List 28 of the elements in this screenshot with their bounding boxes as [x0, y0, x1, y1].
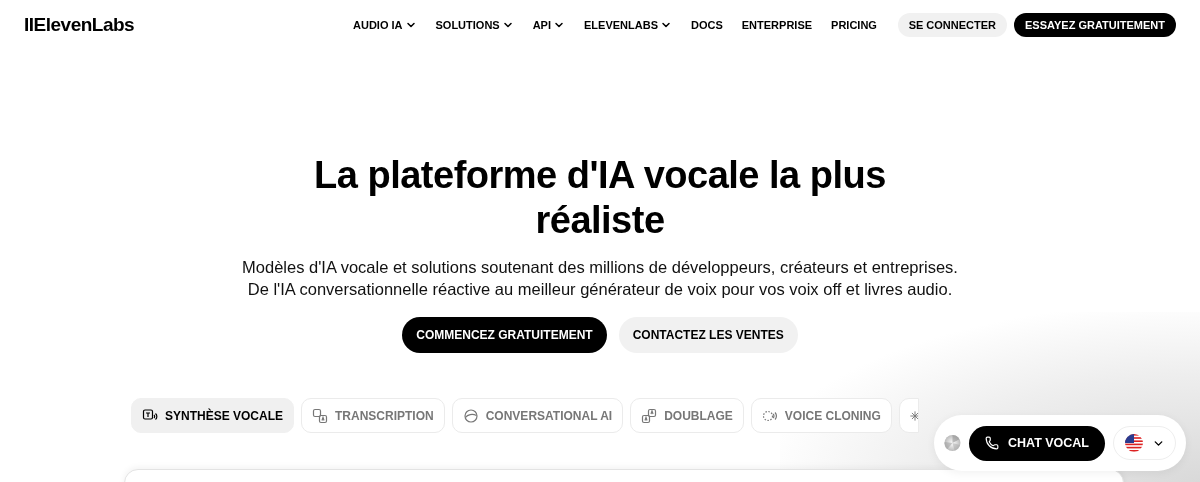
call-button[interactable]: CHAT VOCAL — [969, 425, 1105, 461]
contact-button[interactable]: CONTACTEZ LES VENTES — [618, 317, 798, 353]
feature-tab[interactable]: VOICE CLONING — [750, 398, 892, 433]
nav-link[interactable]: ELEVENLABS — [584, 19, 672, 31]
nav-link[interactable]: SOLUTIONS — [435, 19, 514, 31]
nav-link[interactable]: API — [532, 19, 565, 31]
nav-link[interactable]: AUDIO IA — [353, 19, 417, 31]
feature-tab[interactable]: SYNTHÈSE VOCALE — [131, 398, 295, 433]
orb-icon — [462, 407, 479, 424]
translate-icon — [641, 407, 658, 424]
signup-button[interactable]: ESSAYEZ GRATUITEMENT — [1014, 13, 1176, 37]
hero-subtitle: Modèles d'IA vocale et solutions soutenant des millions de développeurs, créateurs et entreprises. — [242, 257, 958, 278]
hero-subtitle: De l'IA conversationnelle réactive au meilleur générateur de voix pour vos voix off et livres audio. — [246, 279, 954, 300]
feature-tab[interactable]: CONVERSATIONAL AI — [451, 398, 624, 433]
start-button[interactable]: COMMENCEZ GRATUITEMENT — [402, 317, 607, 353]
nav-link[interactable]: DOCS — [691, 19, 723, 31]
feature-tab[interactable]: DOUBLAGE — [630, 398, 744, 433]
login-button[interactable]: SE CONNECTER — [897, 13, 1008, 37]
sparkle-icon — [909, 410, 918, 421]
feature-tab[interactable]: TRANSCRIPTION — [301, 398, 445, 433]
language-select[interactable] — [1113, 426, 1176, 460]
logo[interactable]: IIElevenLabs — [24, 14, 344, 36]
nav-link[interactable]: PRICING — [831, 19, 877, 31]
phone-icon — [985, 436, 999, 450]
nav-link[interactable]: ENTERPRISE — [741, 19, 813, 31]
translate-icon — [312, 407, 329, 424]
hero-title: La plateforme d'IA vocale la plus réaliste — [313, 153, 887, 243]
flag-icon — [1124, 433, 1144, 453]
